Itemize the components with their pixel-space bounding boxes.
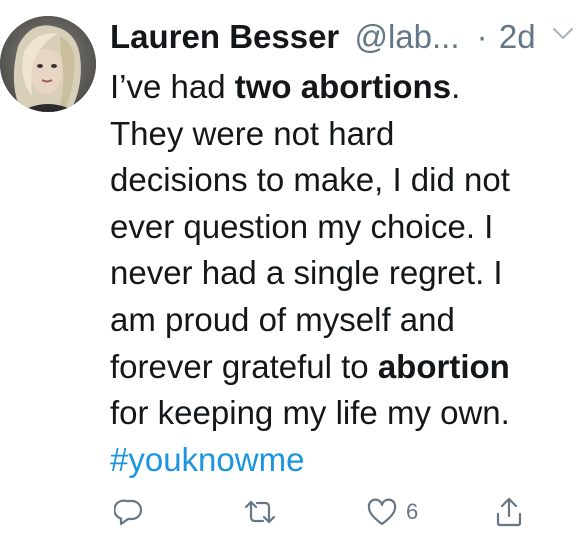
retweet-button[interactable] xyxy=(243,492,277,532)
text-segment: decisions to make, I did not xyxy=(110,161,510,199)
text-segment: ever question my choice. I xyxy=(110,207,494,245)
like-button[interactable]: 6 xyxy=(366,492,418,532)
hashtag-link[interactable]: #youknowme xyxy=(110,441,304,478)
tweet[interactable]: Lauren Besser @lab... · 2d I’ve had two … xyxy=(0,0,583,544)
like-count: 6 xyxy=(406,499,419,524)
author-handle[interactable]: @lab... xyxy=(354,18,459,55)
tweet-text-line: They were not hard xyxy=(110,111,575,158)
heart-icon xyxy=(367,498,397,526)
bold-text: two abortions xyxy=(234,68,452,105)
chevron-down-icon[interactable] xyxy=(552,26,574,42)
tweet-header: Lauren Besser @lab... · 2d xyxy=(110,14,570,60)
tweet-text-line: never had a single regret. I xyxy=(110,250,575,297)
retweet-icon xyxy=(244,500,276,524)
tweet-text-line: I’ve had two abortions. xyxy=(110,64,575,111)
share-button[interactable] xyxy=(494,492,524,532)
tweet-text: I’ve had two abortions. They were not har… xyxy=(110,64,575,483)
avatar[interactable] xyxy=(0,16,96,112)
text-segment: never had a single regret. I xyxy=(110,254,503,292)
tweet-text-line: forever grateful to abortion xyxy=(110,344,575,391)
avatar-image xyxy=(0,16,96,112)
text-segment: They were not hard xyxy=(110,114,395,152)
text-segment: forever grateful to xyxy=(110,347,378,385)
text-segment: am proud of myself and xyxy=(110,300,455,338)
text-segment: I’ve had xyxy=(110,68,235,105)
timestamp[interactable]: 2d xyxy=(499,18,536,55)
reply-button[interactable] xyxy=(114,492,144,532)
separator-dot: · xyxy=(476,18,488,55)
text-segment: for keeping my life my own. xyxy=(110,394,510,432)
tweet-actions: 6 xyxy=(110,492,540,532)
bold-text: abortion xyxy=(377,347,510,385)
author-name[interactable]: Lauren Besser xyxy=(110,18,339,55)
tweet-text-line: for keeping my life my own. xyxy=(110,390,575,437)
reply-icon xyxy=(114,499,143,526)
text-segment: . xyxy=(451,68,461,105)
tweet-text-lines: I’ve had two abortions. They were not har… xyxy=(110,64,575,437)
tweet-text-line: decisions to make, I did not xyxy=(110,157,575,204)
share-icon xyxy=(496,497,522,527)
tweet-text-line: am proud of myself and xyxy=(110,297,575,344)
tweet-text-line: ever question my choice. I xyxy=(110,204,575,251)
